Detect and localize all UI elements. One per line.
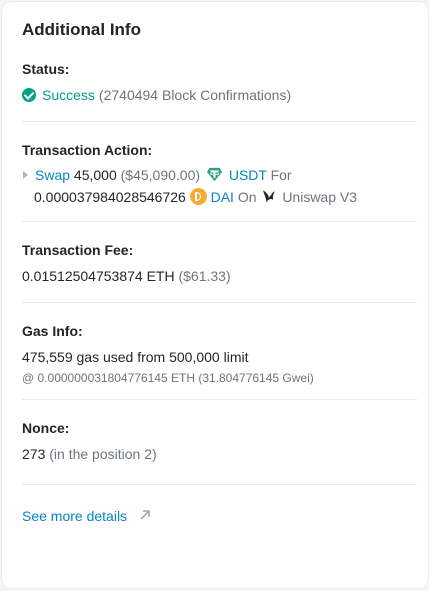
gas-usage: 475,559 gas used from 500,000 limit	[22, 349, 249, 365]
see-more-details-link[interactable]: See more details	[22, 508, 127, 524]
caret-right-icon[interactable]	[23, 171, 28, 179]
nonce-value: 273	[22, 446, 46, 462]
transaction-action-section: Transaction Action: Swap 45,000 ($45,090…	[22, 122, 417, 221]
gas-info-section: Gas Info: 475,559 gas used from 500,000 …	[22, 303, 417, 399]
status-value: Success	[42, 87, 95, 103]
check-circle-icon	[22, 88, 36, 102]
dai-token-icon	[189, 188, 207, 205]
nonce-label: Nonce:	[22, 420, 70, 436]
swap-usd-value: ($45,090.00)	[120, 167, 201, 183]
swap-amount: 45,000	[73, 167, 117, 183]
received-amount: 0.000037984028546726	[34, 189, 186, 205]
nonce-value-row: 273 (in the position 2)	[22, 443, 417, 465]
action-line-1: Swap 45,000 ($45,090.00) USDT For	[22, 164, 417, 186]
uniswap-icon	[263, 190, 276, 203]
status-value-row: Success (2740494 Block Confirmations)	[22, 84, 417, 106]
fee-usd-value: ($61.33)	[178, 268, 231, 284]
additional-info-card: Additional Info Status: Success (2740494…	[1, 1, 429, 589]
nonce-position: (in the position 2)	[49, 446, 157, 462]
dai-token-link[interactable]: DAI	[211, 189, 234, 205]
card-title: Additional Info	[22, 20, 141, 39]
nonce-section: Nonce: 273 (in the position 2)	[22, 400, 417, 484]
status-label: Status:	[22, 61, 70, 77]
on-text: On	[237, 189, 257, 205]
arrow-up-right-icon[interactable]	[139, 509, 151, 521]
transaction-fee-label: Transaction Fee:	[22, 242, 134, 258]
swap-link[interactable]: Swap	[35, 167, 70, 183]
see-more-row: See more details	[22, 485, 417, 527]
action-line-2: 0.000037984028546726 DAI On Uniswap V3	[22, 186, 417, 208]
for-text: For	[270, 167, 292, 183]
fee-value-row: 0.01512504753874 ETH ($61.33)	[22, 265, 417, 287]
protocol-name: Uniswap V3	[282, 189, 358, 205]
transaction-fee-section: Transaction Fee: 0.01512504753874 ETH ($…	[22, 222, 417, 302]
status-section: Status: Success (2740494 Block Confirmat…	[22, 41, 417, 121]
gas-info-label: Gas Info:	[22, 323, 83, 339]
gas-price: @ 0.000000031804776145 ETH (31.804776145…	[22, 371, 314, 385]
usdt-token-link[interactable]: USDT	[229, 167, 267, 183]
usdt-token-icon	[206, 167, 222, 182]
transaction-action-label: Transaction Action:	[22, 142, 153, 158]
fee-value: 0.01512504753874 ETH	[22, 268, 175, 284]
block-confirmations: (2740494 Block Confirmations)	[98, 87, 292, 103]
